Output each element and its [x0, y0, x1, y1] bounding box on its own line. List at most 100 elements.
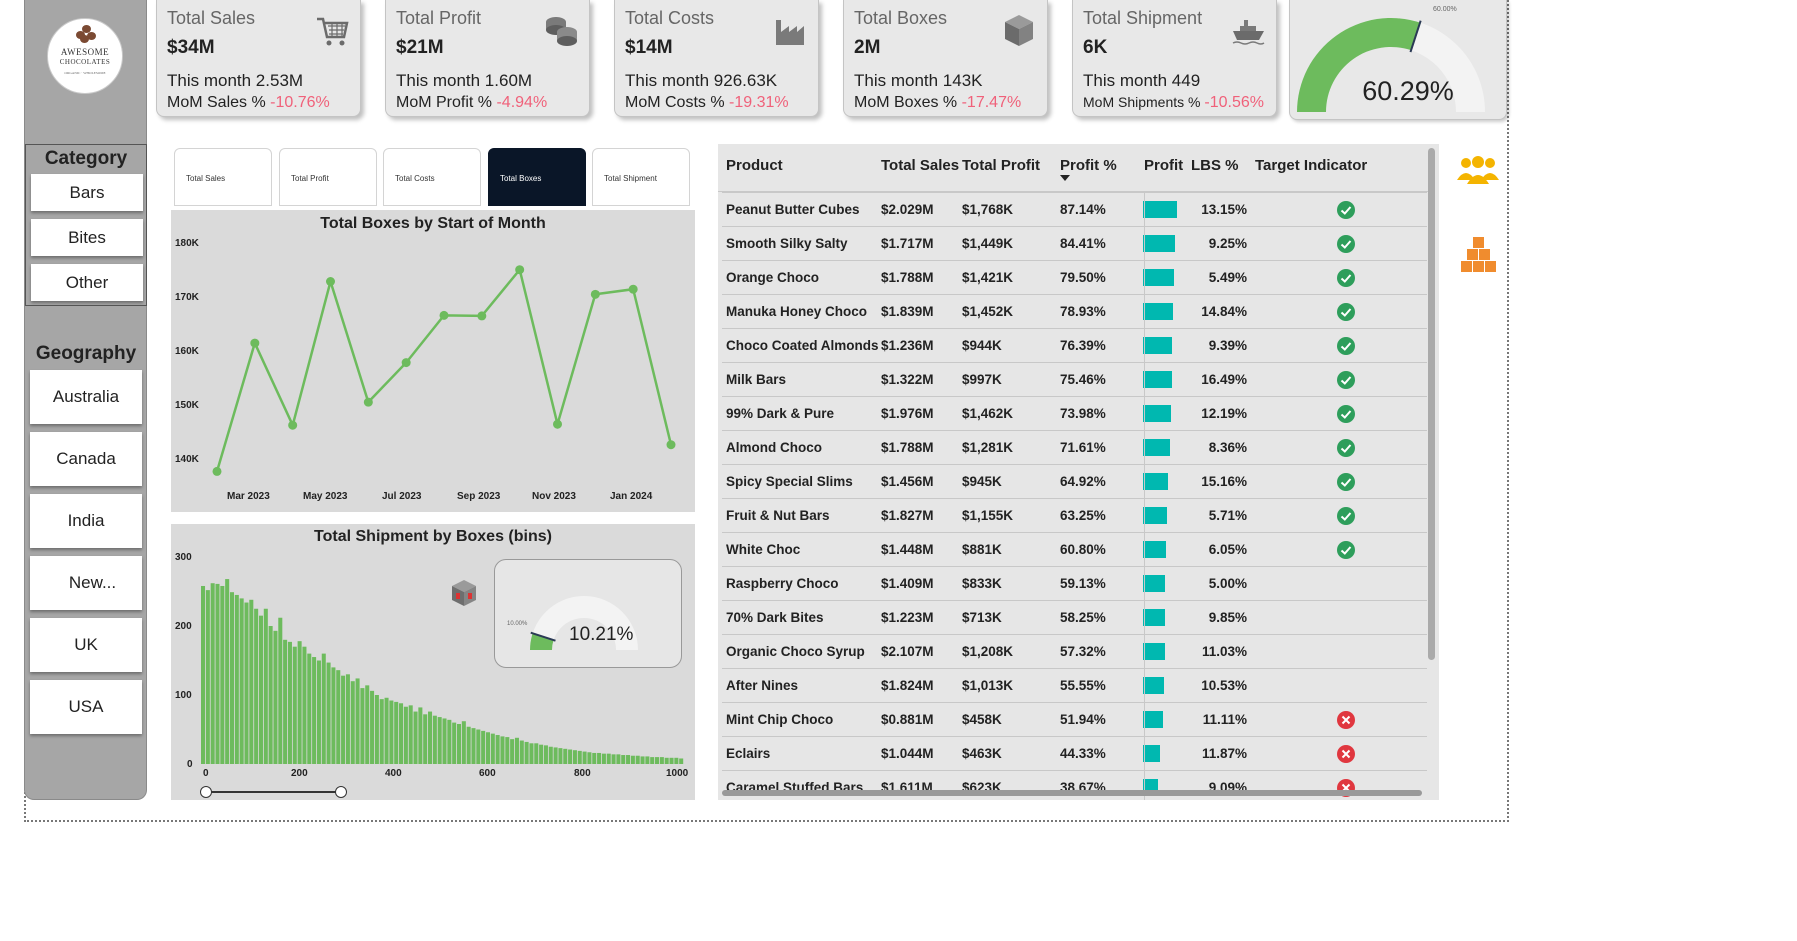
cell-total-sales: $1.044M [881, 746, 934, 761]
table-row[interactable]: White Choc $1.448M $881K 60.80% 6.05% [722, 532, 1427, 566]
profit-bar [1143, 745, 1160, 762]
geography-title: Geography [35, 343, 137, 364]
table-row[interactable]: Almond Choco $1.788M $1,281K 71.61% 8.36% [722, 430, 1427, 464]
geo-india[interactable]: India [30, 494, 142, 548]
histogram-bar [205, 590, 210, 764]
box-icon [1005, 15, 1033, 46]
vertical-scrollbar[interactable] [1428, 148, 1435, 660]
col-target-indicator[interactable]: Target Indicator [1255, 157, 1367, 174]
cell-total-profit: $1,768K [962, 202, 1014, 217]
histogram-bar [524, 741, 529, 764]
histogram-bar [635, 755, 640, 764]
tab-total-costs[interactable]: Total Costs [383, 148, 481, 206]
col-profit-bar[interactable]: Profit [1144, 157, 1183, 174]
histogram-bar [606, 753, 611, 764]
profit-bar [1143, 507, 1168, 524]
table-row[interactable]: Mint Chip Choco $0.881M $458K 51.94% 11.11% [722, 702, 1427, 736]
col-total-profit[interactable]: Total Profit [962, 157, 1040, 174]
cell-profit-pct: 73.98% [1060, 406, 1106, 421]
cell-product: Almond Choco [726, 440, 822, 455]
table-row[interactable]: Orange Choco $1.788M $1,421K 79.50% 5.49% [722, 260, 1427, 294]
cell-total-profit: $944K [962, 338, 1002, 353]
cell-profit-pct: 71.61% [1060, 440, 1106, 455]
profit-bar [1143, 473, 1168, 490]
table-row[interactable]: Peanut Butter Cubes $2.029M $1,768K 87.14% 1… [722, 192, 1427, 226]
tab-total-profit[interactable]: Total Profit [279, 148, 377, 206]
cell-lbs-pct: 5.00% [1208, 576, 1247, 591]
histogram-bar [577, 750, 582, 764]
histogram-bar [592, 752, 597, 764]
histogram-bar [316, 660, 321, 764]
table-row[interactable]: Spicy Special Slims $1.456M $945K 64.92% 15.… [722, 464, 1427, 498]
table-row[interactable]: 70% Dark Bites $1.223M $713K 58.25% 9.85% [722, 600, 1427, 634]
table-row[interactable]: Fruit & Nut Bars $1.827M $1,155K 63.25% 5.71… [722, 498, 1427, 532]
table-row[interactable]: Smooth Silky Salty $1.717M $1,449K 84.41% 9.… [722, 226, 1427, 260]
histogram-bar [220, 585, 225, 764]
table-row[interactable]: Choco Coated Almonds $1.236M $944K 76.39% 9.… [722, 328, 1427, 362]
category-bites[interactable]: Bites [31, 219, 143, 256]
category-bars[interactable]: Bars [31, 174, 143, 211]
table-row[interactable]: Raspberry Choco $1.409M $833K 59.13% 5.00% [722, 566, 1427, 600]
histogram-bar [659, 757, 664, 764]
cell-total-profit: $713K [962, 610, 1002, 625]
cell-total-sales: $1.788M [881, 270, 934, 285]
horizontal-scrollbar[interactable] [722, 790, 1422, 796]
histogram-bar [365, 685, 370, 764]
geo-uk[interactable]: UK [30, 618, 142, 672]
boxes-stack-icon [1461, 237, 1496, 272]
table-row[interactable]: Manuka Honey Choco $1.839M $1,452K 78.93% 14… [722, 294, 1427, 328]
category-other[interactable]: Other [31, 264, 143, 301]
profit-bar [1143, 303, 1174, 320]
cell-product: 99% Dark & Pure [726, 406, 835, 421]
histogram-bar [225, 579, 230, 764]
cell-total-sales: $1.236M [881, 338, 934, 353]
histogram-bar [418, 707, 423, 764]
tab-total-boxes[interactable]: Total Boxes [488, 148, 586, 206]
histogram-bar [568, 749, 573, 764]
table-row[interactable]: Milk Bars $1.322M $997K 75.46% 16.49% [722, 362, 1427, 396]
geo-usa[interactable]: USA [30, 680, 142, 734]
tab-total-shipment[interactable]: Total Shipment [592, 148, 690, 206]
cell-product: Manuka Honey Choco [726, 304, 868, 319]
histogram-bar [408, 705, 413, 764]
cell-total-sales: $1.456M [881, 474, 934, 489]
histogram-bar [399, 703, 404, 764]
histogram-bar [616, 754, 621, 764]
series-line [215, 266, 673, 472]
data-point [553, 419, 562, 429]
cell-total-profit: $945K [962, 474, 1002, 489]
cell-lbs-pct: 11.11% [1202, 712, 1247, 727]
histogram-bar [514, 737, 519, 764]
col-profit-pct[interactable]: Profit % [1060, 157, 1117, 174]
table-row[interactable]: Organic Choco Syrup $2.107M $1,208K 57.32% 1… [722, 634, 1427, 668]
geo-canada[interactable]: Canada [30, 432, 142, 486]
histogram-bar [210, 583, 215, 764]
col-lbs-pct[interactable]: LBS % [1191, 157, 1239, 174]
table-row[interactable]: After Nines $1.824M $1,013K 55.55% 10.53% [722, 668, 1427, 702]
tab-total-sales[interactable]: Total Sales [174, 148, 272, 206]
check-circle-icon [1337, 201, 1355, 219]
col-product[interactable]: Product [726, 157, 783, 174]
histogram-bar [490, 733, 495, 764]
range-slider-max-handle[interactable] [335, 786, 347, 798]
range-slider-track[interactable] [205, 791, 341, 793]
cocoa-beans-icon [74, 25, 98, 43]
cell-total-profit: $833K [962, 576, 1002, 591]
histogram-bar [664, 757, 669, 764]
check-circle-icon [1337, 235, 1355, 253]
range-slider-min-handle[interactable] [200, 786, 212, 798]
geo-australia[interactable]: Australia [30, 370, 142, 424]
cell-lbs-pct: 14.84% [1201, 304, 1247, 319]
table-row[interactable]: 99% Dark & Pure $1.976M $1,462K 73.98% 12.19… [722, 396, 1427, 430]
profit-bar [1143, 711, 1163, 728]
col-total-sales[interactable]: Total Sales [881, 157, 959, 174]
cell-product: Raspberry Choco [726, 576, 839, 591]
geo-new[interactable]: New... [30, 556, 142, 610]
cell-total-profit: $1,462K [962, 406, 1014, 421]
line-chart-plot [212, 265, 676, 476]
histogram-bar [485, 732, 490, 764]
table-row[interactable]: Eclairs $1.044M $463K 44.33% 11.87% [722, 736, 1427, 770]
histogram-bar [650, 757, 655, 764]
cell-lbs-pct: 5.71% [1208, 508, 1247, 523]
gauge-value: 10.21% [569, 624, 634, 645]
